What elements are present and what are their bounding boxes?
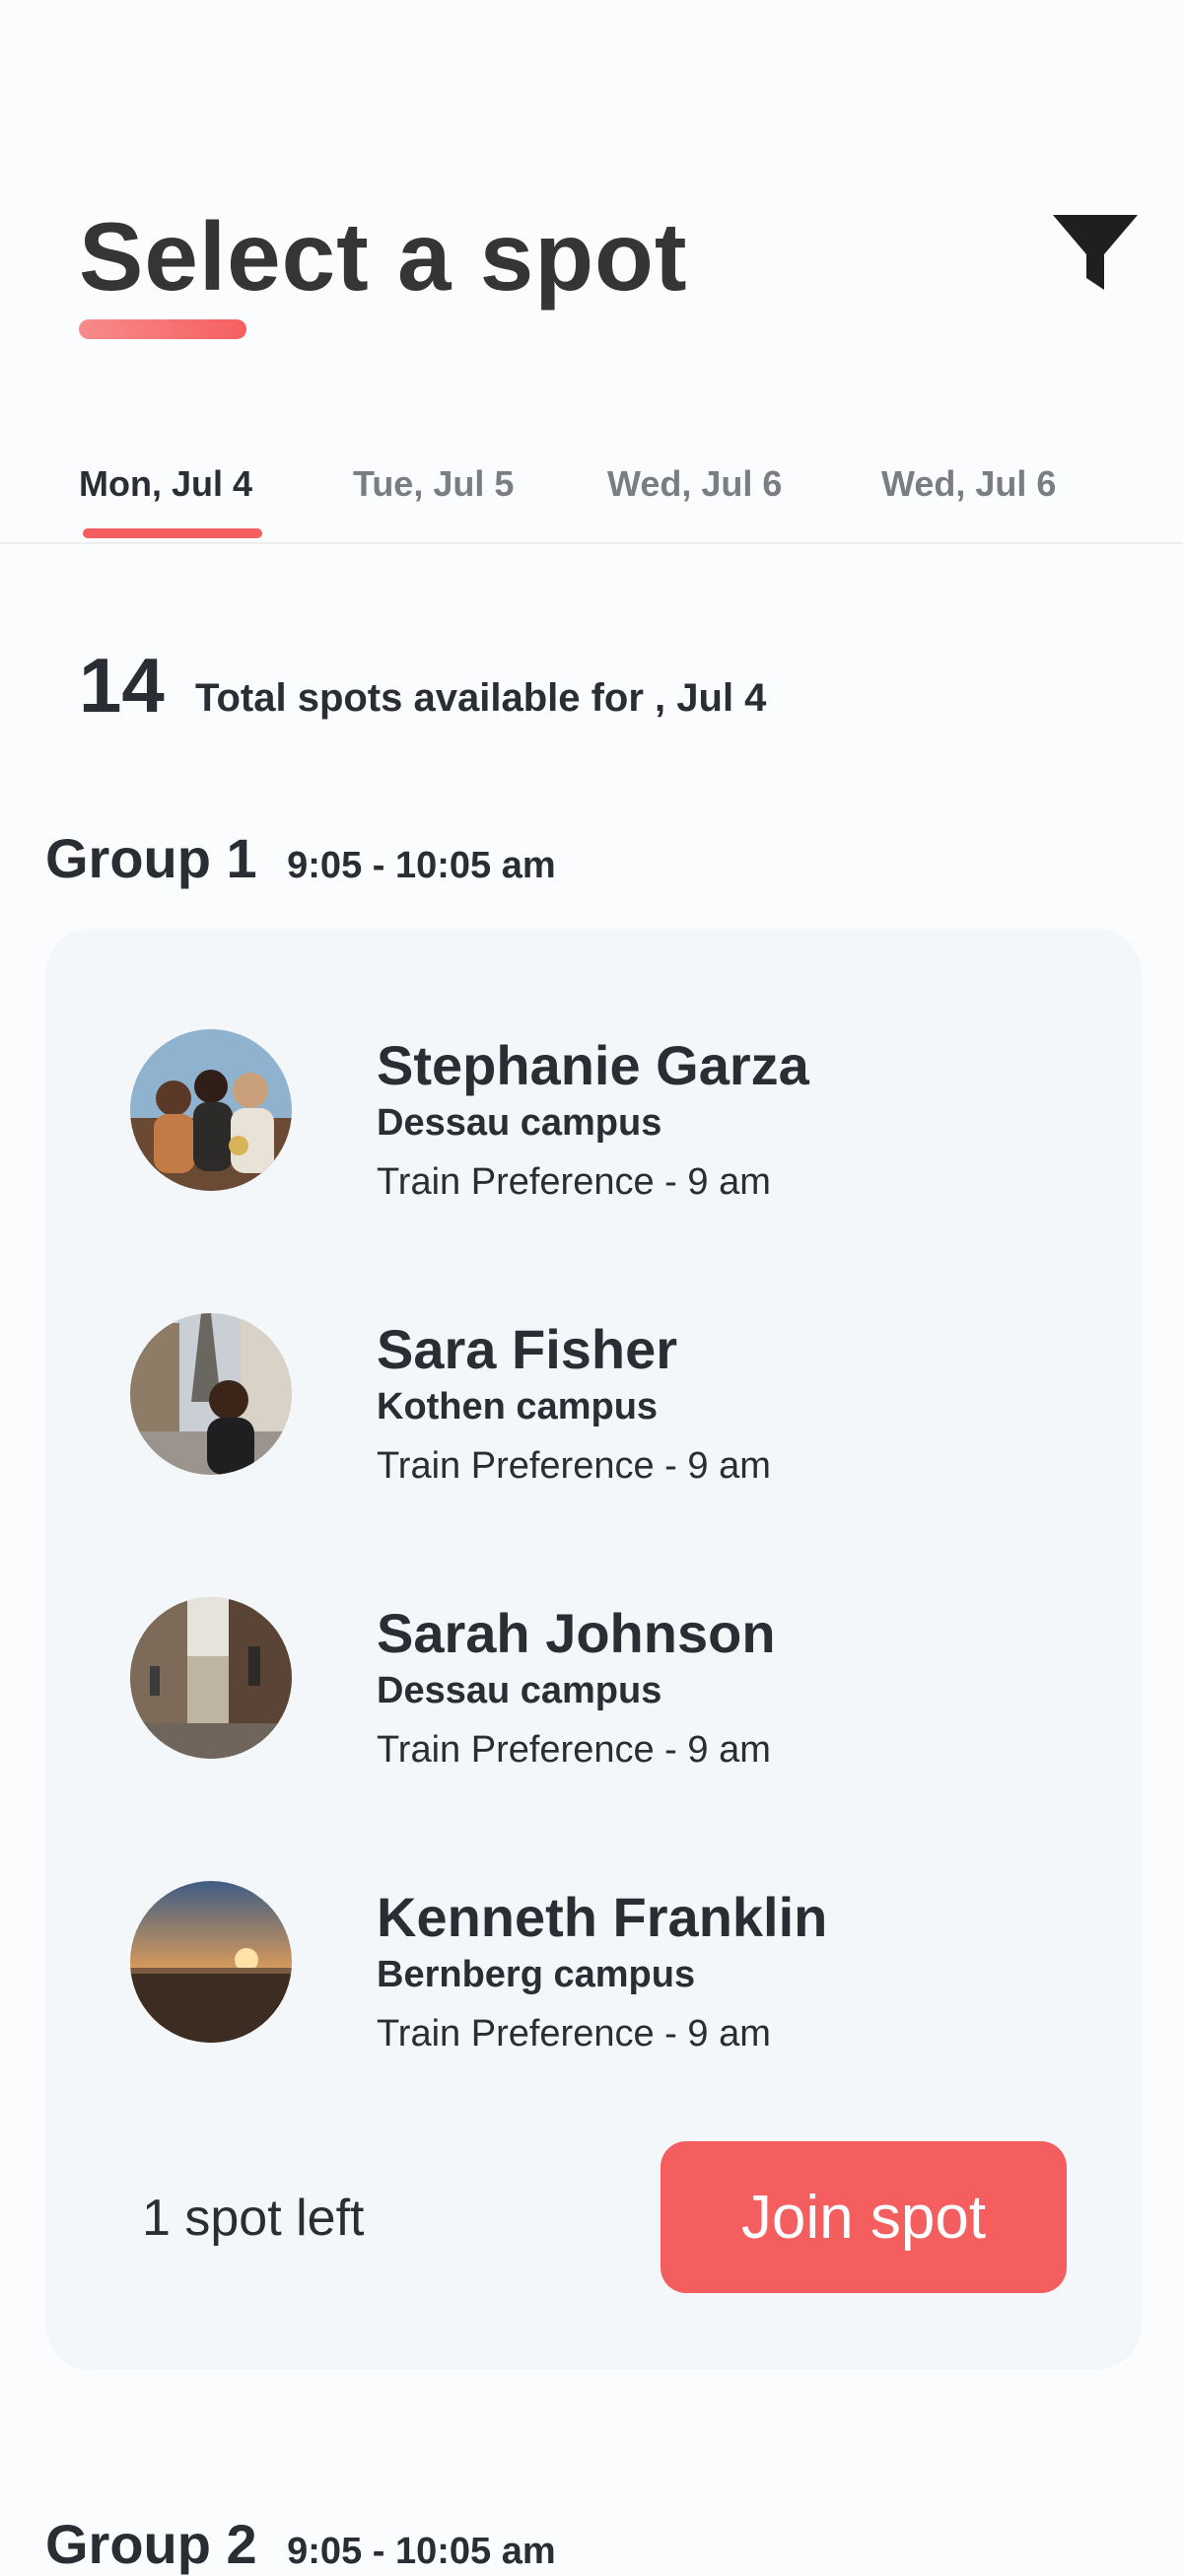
member-row[interactable]: Kenneth Franklin Bernberg campus Train P… xyxy=(45,1881,1142,2078)
member-preference: Train Preference - 9 am xyxy=(377,1445,771,1487)
member-campus: Kothen campus xyxy=(377,1386,659,1427)
page-header: Select a spot Mon, Jul 4 Tue, Jul 5 Wed,… xyxy=(0,0,1183,544)
member-name: Stephanie Garza xyxy=(377,1034,809,1096)
member-campus: Dessau campus xyxy=(377,1102,662,1144)
filter-icon[interactable] xyxy=(1053,215,1138,290)
date-tabs: Mon, Jul 4 Tue, Jul 5 Wed, Jul 6 Wed, Ju… xyxy=(0,434,1183,544)
member-row[interactable]: Sarah Johnson Dessau campus Train Prefer… xyxy=(45,1597,1142,1794)
group-name: Group 2 xyxy=(45,2513,257,2575)
group-time: 9:05 - 10:05 am xyxy=(287,2531,556,2572)
group-1-header: Group 1 9:05 - 10:05 am xyxy=(45,826,556,890)
group-1-card: Stephanie Garza Dessau campus Train Pref… xyxy=(45,929,1142,2370)
avatar xyxy=(130,1597,292,1759)
active-tab-indicator xyxy=(83,528,262,538)
tab-wed-jul-6-second[interactable]: Wed, Jul 6 xyxy=(881,463,1056,505)
member-campus: Dessau campus xyxy=(377,1670,662,1711)
member-preference: Train Preference - 9 am xyxy=(377,1161,771,1203)
tab-wed-jul-6[interactable]: Wed, Jul 6 xyxy=(607,463,782,505)
group-name: Group 1 xyxy=(45,827,257,889)
total-spots-label: Total spots available for , Jul 4 xyxy=(195,676,767,720)
total-spots-count: 14 xyxy=(79,642,165,729)
avatar xyxy=(130,1313,292,1475)
member-campus: Bernberg campus xyxy=(377,1954,696,1995)
member-row[interactable]: Stephanie Garza Dessau campus Train Pref… xyxy=(45,1029,1142,1226)
member-name: Sara Fisher xyxy=(377,1318,678,1380)
page-title: Select a spot xyxy=(79,202,688,311)
member-row[interactable]: Sara Fisher Kothen campus Train Preferen… xyxy=(45,1313,1142,1510)
title-underline xyxy=(79,319,246,339)
tab-tue-jul-5[interactable]: Tue, Jul 5 xyxy=(353,463,514,505)
avatar xyxy=(130,1881,292,2043)
member-name: Sarah Johnson xyxy=(377,1602,776,1664)
tab-mon-jul-4[interactable]: Mon, Jul 4 xyxy=(79,463,252,505)
member-preference: Train Preference - 9 am xyxy=(377,1729,771,1771)
spots-left-label: 1 spot left xyxy=(142,2190,365,2247)
avatar xyxy=(130,1029,292,1191)
join-spot-button[interactable]: Join spot xyxy=(661,2141,1067,2293)
group-time: 9:05 - 10:05 am xyxy=(287,845,556,886)
group-2-header: Group 2 9:05 - 10:05 am xyxy=(45,2512,556,2576)
member-preference: Train Preference - 9 am xyxy=(377,2013,771,2054)
member-name: Kenneth Franklin xyxy=(377,1886,828,1948)
